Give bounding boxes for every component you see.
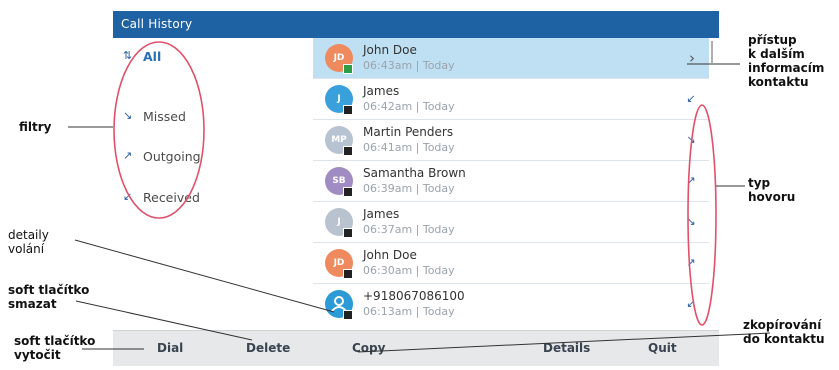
softkey-bar: Dial Delete Copy Details Quit (113, 330, 719, 366)
contact-name: +918067086100 (363, 289, 465, 303)
missed-call-icon: ↘ (123, 109, 133, 122)
annotation-line: kontaktu (748, 75, 809, 89)
chevron-right-icon[interactable]: › (689, 49, 695, 67)
annotation-soft-delete: soft tlačítko smazat (8, 283, 89, 311)
annotation-filters: filtry (19, 120, 52, 134)
annotation-call-details: detaily volání (8, 228, 49, 256)
annotation-line: smazat (8, 297, 57, 311)
call-time: 06:41am | Today (363, 141, 455, 154)
call-row[interactable]: SB Samantha Brown 06:39am | Today ↗ (313, 161, 709, 202)
call-time: 06:37am | Today (363, 223, 455, 236)
filter-received[interactable]: ↙ Received (113, 179, 313, 219)
filter-missed[interactable]: ↘ Missed (113, 98, 313, 138)
contact-name: James (363, 84, 400, 98)
filter-panel: ⇅ All ↘ Missed ↗ Outgoing ↙ Received (113, 38, 313, 330)
presence-indicator (343, 228, 353, 238)
received-call-icon: ↙ (123, 190, 133, 203)
outgoing-call-icon: ↗ (123, 149, 133, 162)
call-row[interactable]: JD John Doe 06:43am | Today › (313, 38, 709, 79)
annotation-line: soft tlačítko (14, 334, 96, 348)
annotation-details-access: přístup k dalším informacím kontaktu (748, 33, 824, 89)
call-time: 06:30am | Today (363, 264, 455, 277)
call-time: 06:13am | Today (363, 305, 455, 318)
call-time: 06:39am | Today (363, 182, 455, 195)
presence-indicator (343, 269, 353, 279)
filter-label: All (143, 49, 162, 64)
call-row[interactable]: JD John Doe 06:30am | Today ↗ (313, 243, 709, 284)
annotation-line: přístup (748, 33, 797, 47)
annotation-line: detaily (8, 228, 49, 242)
outgoing-call-icon: ↗ (686, 174, 696, 187)
received-call-icon: ↙ (686, 297, 696, 310)
call-list: JD John Doe 06:43am | Today › J James 06… (313, 38, 709, 330)
contact-name: Samantha Brown (363, 166, 466, 180)
presence-indicator (343, 310, 353, 320)
quit-softkey[interactable]: Quit (648, 341, 677, 355)
annotation-line: informacím (748, 61, 825, 75)
filter-label: Received (143, 190, 200, 205)
scrollbar[interactable] (711, 41, 713, 63)
annotation-line: typ (748, 176, 771, 190)
annotation-copy-to-contact: zkopírování do kontaktu (743, 318, 825, 346)
annotation-call-type: typ hovoru (748, 176, 795, 204)
delete-softkey[interactable]: Delete (246, 341, 290, 355)
annotation-line: volání (8, 242, 45, 256)
call-history-screen: Call History ⇅ All ↘ Missed ↗ Outgoing ↙… (113, 11, 719, 366)
call-row[interactable]: J James 06:37am | Today ↘ (313, 202, 709, 243)
annotation-line: do kontaktu (743, 332, 825, 346)
contact-name: Martin Penders (363, 125, 454, 139)
filter-label: Outgoing (143, 149, 201, 164)
call-row[interactable]: +918067086100 06:13am | Today ↙ (313, 284, 709, 324)
filter-label: Missed (143, 109, 186, 124)
annotation-line: k dalším (748, 47, 805, 61)
contact-name: John Doe (363, 248, 417, 262)
missed-call-icon: ↘ (686, 215, 696, 228)
annotation-line: soft tlačítko (8, 283, 90, 297)
call-row[interactable]: MP Martin Penders 06:41am | Today ↘ (313, 120, 709, 161)
call-row[interactable]: J James 06:42am | Today ↙ (313, 79, 709, 120)
annotation-line: hovoru (748, 190, 796, 204)
missed-call-icon: ↘ (686, 133, 696, 146)
screen-title: Call History (121, 17, 193, 31)
contact-name: John Doe (363, 43, 417, 57)
title-bar: Call History (113, 11, 719, 38)
all-calls-icon: ⇅ (123, 49, 133, 62)
presence-indicator (343, 146, 353, 156)
outgoing-call-icon: ↗ (686, 256, 696, 269)
annotation-line: zkopírování (743, 318, 822, 332)
call-time: 06:42am | Today (363, 100, 455, 113)
contact-name: James (363, 207, 400, 221)
dial-softkey[interactable]: Dial (157, 341, 183, 355)
received-call-icon: ↙ (686, 92, 696, 105)
copy-softkey[interactable]: Copy (352, 341, 385, 355)
presence-indicator (343, 187, 353, 197)
presence-indicator (343, 64, 353, 74)
annotation-soft-dial: soft tlačítko vytočit (14, 334, 95, 362)
filter-outgoing[interactable]: ↗ Outgoing (113, 138, 313, 178)
presence-indicator (343, 105, 353, 115)
details-softkey[interactable]: Details (543, 341, 590, 355)
call-time: 06:43am | Today (363, 59, 455, 72)
annotation-line: vytočit (14, 348, 61, 362)
filter-all[interactable]: ⇅ All (113, 38, 313, 78)
